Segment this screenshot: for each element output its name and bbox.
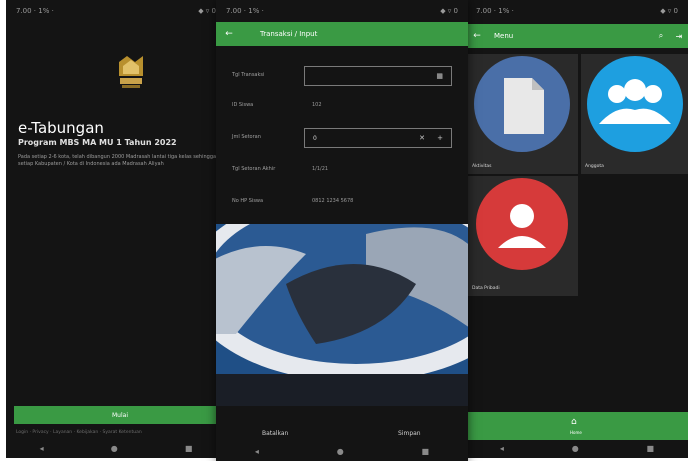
status-right: ◆ ▿ 0 <box>660 7 678 15</box>
plus-icon[interactable]: + <box>437 134 443 142</box>
program-subtitle: Program MBS MA MU 1 Tahun 2022 <box>18 138 177 147</box>
status-left: 7.00 · 1% · <box>476 7 514 15</box>
status-bar: 7.00 · 1% · ◆ ▿ 0 <box>216 0 468 22</box>
toolbar-title: Menu <box>494 32 514 40</box>
group-icon <box>587 56 683 152</box>
nav-home-icon[interactable]: ● <box>337 447 344 456</box>
back-arrow-icon[interactable]: ← <box>466 31 488 41</box>
field-value: 0812 1234 5678 <box>312 198 354 204</box>
calendar-icon[interactable]: ▦ <box>436 72 443 80</box>
nav-recents-icon[interactable]: ■ <box>185 444 193 453</box>
date-input[interactable]: ▦ <box>304 66 452 86</box>
field-row-student-id: ID Siswa 102 <box>216 94 468 118</box>
nav-recents-icon[interactable]: ■ <box>422 447 430 456</box>
app-title: e-Tabungan <box>18 119 104 137</box>
menu-tile-profile[interactable]: Data Pribadi <box>468 176 578 296</box>
field-value: 0 <box>313 135 317 142</box>
field-value: 102 <box>312 102 322 108</box>
system-nav-bar: ◂ ● ■ <box>6 438 226 458</box>
field-label: Tgl Transaksi <box>232 72 265 78</box>
field-label: Jml Setoran <box>232 134 261 140</box>
form-toolbar: ← Transaksi / Input <box>216 22 468 46</box>
menu-toolbar: ← Menu ⌕ ⇥ <box>466 24 688 48</box>
status-left: 7.00 · 1% · <box>226 7 264 15</box>
system-nav-bar: ◂ ● ■ <box>466 438 688 458</box>
system-nav-bar: ◂ ● ■ <box>216 441 468 461</box>
bottom-navigation: ⌂ Home <box>466 412 688 440</box>
transaction-form-screen: 7.00 · 1% · ◆ ▿ 0 ← Transaksi / Input Tg… <box>216 0 468 461</box>
logout-icon[interactable]: ⇥ <box>670 32 688 41</box>
watermark-logo-image <box>216 224 468 406</box>
field-row-last-deposit: Tgl Setoran Akhir 1/1/21 <box>216 158 468 182</box>
school-logo-icon <box>119 56 143 88</box>
amount-input[interactable]: 0 ✕ + <box>304 128 452 148</box>
field-label: No HP Siswa <box>232 198 264 204</box>
toolbar-title: Transaksi / Input <box>260 30 318 38</box>
field-row-date: Tgl Transaksi ▦ <box>216 64 468 88</box>
status-left: 7.00 · 1% · <box>16 7 54 15</box>
clear-icon[interactable]: ✕ <box>419 134 425 142</box>
tile-label: Aktivitas <box>472 164 492 169</box>
nav-back-icon[interactable]: ◂ <box>40 444 44 453</box>
welcome-screen: 7.00 · 1% · ◆ ▿ 0 e-Tabungan Program MBS… <box>6 0 226 458</box>
start-button[interactable]: Mulai <box>14 406 226 424</box>
field-label: Tgl Setoran Akhir <box>232 166 276 172</box>
field-value: 1/1/21 <box>312 166 329 172</box>
footer-links[interactable]: Login · Privacy · Layanan · Kebijakan · … <box>16 430 226 435</box>
nav-home-icon[interactable]: ● <box>572 444 579 453</box>
document-icon <box>474 56 570 152</box>
tile-label: Data Pribadi <box>472 286 500 291</box>
back-arrow-icon[interactable]: ← <box>216 29 242 39</box>
status-bar: 7.00 · 1% · ◆ ▿ 0 <box>6 0 226 22</box>
save-button[interactable]: Simpan <box>398 430 421 437</box>
cancel-button[interactable]: Batalkan <box>262 430 288 437</box>
program-description: Pada setiap 2-6 kota, telah dibangun 200… <box>18 154 217 167</box>
menu-screen: 7.00 · 1% · ◆ ▿ 0 ← Menu ⌕ ⇥ Aktivitas A… <box>466 0 688 458</box>
nav-home-icon[interactable]: ● <box>111 444 118 453</box>
field-label: ID Siswa <box>232 102 254 108</box>
menu-tile-activity[interactable]: Aktivitas <box>468 54 578 174</box>
nav-back-icon[interactable]: ◂ <box>255 447 259 456</box>
menu-tile-members[interactable]: Anggota <box>581 54 688 174</box>
field-row-phone: No HP Siswa 0812 1234 5678 <box>216 190 468 214</box>
search-icon[interactable]: ⌕ <box>652 31 670 41</box>
status-right: ◆ ▿ 0 <box>440 7 458 15</box>
status-right: ◆ ▿ 0 <box>198 7 216 15</box>
bottom-nav-label[interactable]: Home <box>570 430 582 435</box>
user-profile-icon <box>476 178 568 270</box>
home-icon[interactable]: ⌂ <box>571 417 577 427</box>
nav-recents-icon[interactable]: ■ <box>647 444 655 453</box>
nav-back-icon[interactable]: ◂ <box>500 444 504 453</box>
status-bar: 7.00 · 1% · ◆ ▿ 0 <box>466 0 688 22</box>
tile-label: Anggota <box>585 164 604 169</box>
field-row-amount: Jml Setoran 0 ✕ + <box>216 126 468 150</box>
